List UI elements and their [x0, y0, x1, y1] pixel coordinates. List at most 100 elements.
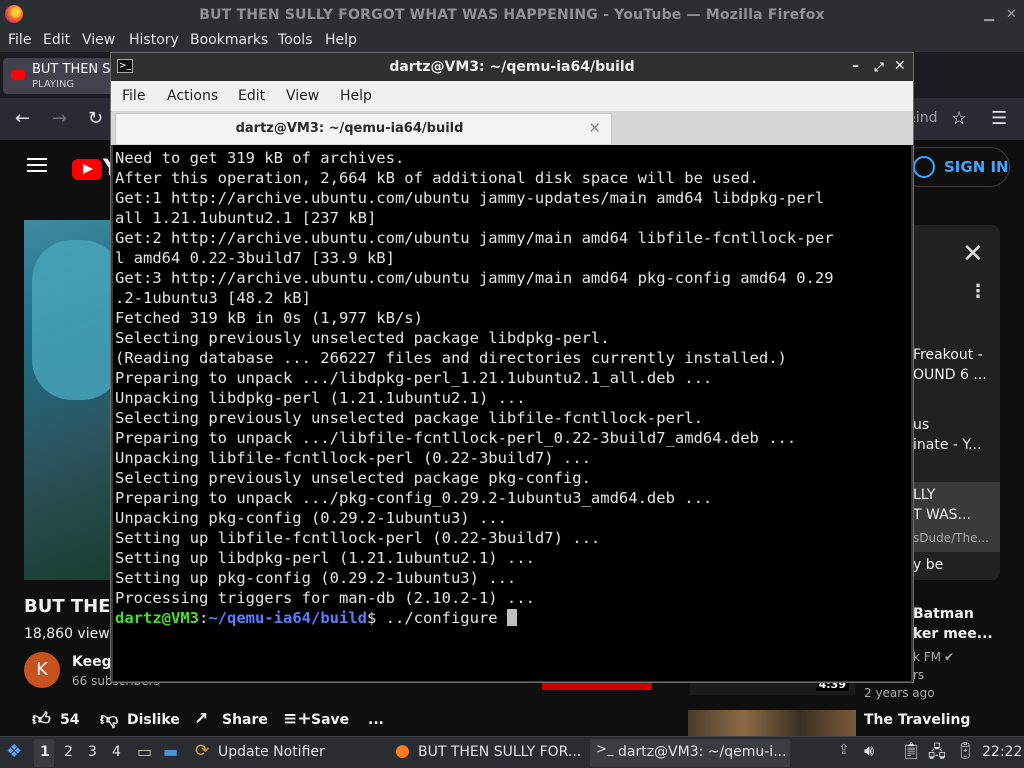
- term-menu-edit[interactable]: Edit: [238, 88, 265, 104]
- term-menu-actions[interactable]: Actions: [167, 88, 218, 104]
- terminal-line: all 1.21.1ubuntu2.1 [237 kB]: [115, 209, 377, 227]
- share-button[interactable]: Share: [222, 712, 268, 728]
- maximize-icon[interactable]: ⤢: [874, 60, 884, 75]
- term-menu-file[interactable]: File: [122, 88, 145, 104]
- power-icon[interactable]: 🔋︎: [955, 741, 975, 760]
- menu-bookmarks[interactable]: Bookmarks: [190, 32, 268, 48]
- app-menu-icon[interactable]: ☰: [991, 108, 1007, 129]
- panel-item-2-line2[interactable]: inate - Y...: [913, 437, 981, 453]
- minimize-icon[interactable]: ▁: [984, 7, 994, 22]
- terminal-line: After this operation, 2,664 kB of additi…: [115, 169, 759, 187]
- recommended-thumbnail-2[interactable]: [688, 710, 856, 736]
- panel-item-3-channel: sDude/The...: [913, 531, 989, 545]
- save-icon[interactable]: ≡+: [283, 709, 312, 729]
- file-manager-icon[interactable]: ▭: [137, 742, 152, 761]
- terminal-titlebar: >_ dartz@VM3: ~/qemu-ia64/build – ⤢ ✕: [111, 53, 913, 81]
- panel-item-2-line1[interactable]: us: [913, 417, 929, 433]
- prompt-separator: :: [199, 609, 209, 627]
- panel-item-1-line2[interactable]: OUND 6 ...: [913, 367, 987, 383]
- clock: 22:22: [982, 744, 1023, 760]
- task-firefox[interactable]: BUT THEN SULLY FOR...: [418, 744, 581, 760]
- terminal-tab[interactable]: dartz@VM3: ~/qemu-ia64/build ✕: [115, 113, 612, 144]
- workspace-2[interactable]: 2: [64, 744, 73, 760]
- terminal-line: Preparing to unpack .../libfile-fcntlloc…: [115, 429, 797, 447]
- volume-icon[interactable]: 🔊︎: [864, 741, 874, 761]
- tab-title: BUT THEN S: [32, 62, 111, 77]
- terminal-line: (Reading database ... 266227 files and d…: [115, 349, 787, 367]
- forward-icon[interactable]: →: [52, 108, 67, 129]
- dislike-button[interactable]: Dislike: [127, 712, 180, 728]
- save-button[interactable]: Save: [311, 712, 349, 728]
- clipboard-icon[interactable]: 📋︎: [901, 741, 921, 760]
- taskbar: ❖ 1 2 3 4 ▭ ▬ ⟳ Update Notifier ● BUT TH…: [0, 736, 1024, 768]
- rec-2-title-line1[interactable]: The Traveling: [864, 712, 970, 728]
- network-icon[interactable]: 🖧: [928, 741, 946, 768]
- start-menu-icon[interactable]: ❖: [6, 741, 22, 762]
- youtube-favicon-icon: [11, 70, 25, 80]
- panel-item-4-line1[interactable]: y be: [913, 557, 943, 573]
- menu-help[interactable]: Help: [325, 32, 357, 48]
- youtube-logo-icon[interactable]: [72, 159, 102, 180]
- terminal-line: Fetched 319 kB in 0s (1,977 kB/s): [115, 309, 423, 327]
- update-notifier-icon: ⟳: [195, 741, 210, 761]
- tab-close-icon[interactable]: ✕: [588, 119, 601, 137]
- menu-edit[interactable]: Edit: [43, 32, 70, 48]
- back-icon[interactable]: ←: [15, 108, 30, 129]
- like-count[interactable]: 54: [60, 712, 79, 728]
- account-icon: [913, 156, 935, 178]
- terminal-tab-label: dartz@VM3: ~/qemu-ia64/build: [235, 121, 464, 136]
- terminal-prompt-line[interactable]: dartz@VM3:~/qemu-ia64/build$ ../configur…: [115, 608, 911, 628]
- menu-history[interactable]: History: [129, 32, 179, 48]
- sign-in-button[interactable]: SIGN IN: [900, 147, 1010, 187]
- menu-file[interactable]: File: [8, 32, 31, 48]
- close-panel-icon[interactable]: ✕: [962, 239, 984, 269]
- show-desktop-icon[interactable]: ▬: [163, 742, 178, 761]
- terminal-line: Selecting previously unselected package …: [115, 469, 591, 487]
- terminal-line: Unpacking pkg-config (0.29.2-1ubuntu3) .…: [115, 509, 507, 527]
- dislike-icon[interactable]: 👎︎: [100, 708, 118, 730]
- terminal-line: Setting up pkg-config (0.29.2-1ubuntu3) …: [115, 569, 517, 587]
- verified-icon: ✔: [944, 650, 955, 664]
- menu-view[interactable]: View: [82, 32, 115, 48]
- terminal-line: Preparing to unpack .../pkg-config_0.29.…: [115, 489, 713, 507]
- menu-tools[interactable]: Tools: [278, 32, 313, 48]
- workspace-4[interactable]: 4: [112, 744, 121, 760]
- term-menu-help[interactable]: Help: [340, 88, 372, 104]
- tray-upload-icon[interactable]: ⇪: [838, 742, 850, 758]
- like-icon[interactable]: 👍︎: [32, 708, 51, 730]
- rec-1-title-line2[interactable]: ker mee...: [913, 626, 993, 642]
- terminal-line: Preparing to unpack .../libdpkg-perl_1.2…: [115, 369, 713, 387]
- terminal-window-title: dartz@VM3: ~/qemu-ia64/build: [389, 59, 635, 75]
- workspace-1[interactable]: 1: [40, 744, 50, 760]
- terminal-menubar: File Actions Edit View Help: [111, 81, 913, 111]
- more-options-icon[interactable]: ⋮: [969, 281, 987, 302]
- task-update-notifier[interactable]: Update Notifier: [218, 744, 325, 760]
- panel-item-3-line1[interactable]: LLY: [913, 487, 935, 503]
- close-icon[interactable]: ✕: [894, 58, 906, 74]
- terminal-tabbar: dartz@VM3: ~/qemu-ia64/build ✕: [111, 111, 913, 145]
- prompt-user: dartz@VM3: [115, 609, 199, 627]
- more-actions-button[interactable]: ...: [368, 712, 384, 728]
- bookmark-star-icon[interactable]: ☆: [951, 108, 967, 129]
- term-menu-view[interactable]: View: [286, 88, 319, 104]
- reload-icon[interactable]: ↻: [88, 108, 103, 129]
- terminal-task-icon: >_: [596, 742, 614, 757]
- text-cursor: [506, 609, 517, 626]
- terminal-lines: Need to get 319 kB of archives. After thi…: [115, 148, 911, 608]
- terminal-window: >_ dartz@VM3: ~/qemu-ia64/build – ⤢ ✕ Fi…: [110, 52, 914, 683]
- rec-1-title-line1[interactable]: Batman: [913, 606, 974, 622]
- close-icon[interactable]: ✕: [1006, 7, 1017, 22]
- channel-avatar[interactable]: K: [24, 652, 60, 688]
- panel-item-1-line1[interactable]: Freakout -: [913, 347, 983, 363]
- firefox-menubar: File Edit View History Bookmarks Tools H…: [0, 30, 1024, 52]
- terminal-output[interactable]: Need to get 319 kB of archives. After thi…: [113, 145, 911, 681]
- workspace-3[interactable]: 3: [88, 744, 97, 760]
- hamburger-menu-icon[interactable]: [27, 158, 47, 172]
- share-icon[interactable]: ↗: [194, 709, 208, 729]
- task-terminal[interactable]: dartz@VM3: ~/qemu-i...: [618, 744, 787, 760]
- minimize-icon[interactable]: –: [852, 58, 859, 74]
- panel-item-3-line2[interactable]: T WAS...: [913, 507, 971, 523]
- terminal-line: Get:1 http://archive.ubuntu.com/ubuntu j…: [115, 189, 825, 207]
- prompt-path: ~/qemu-ia64/build: [208, 609, 367, 627]
- browser-tab[interactable]: BUT THEN S PLAYING: [3, 58, 113, 94]
